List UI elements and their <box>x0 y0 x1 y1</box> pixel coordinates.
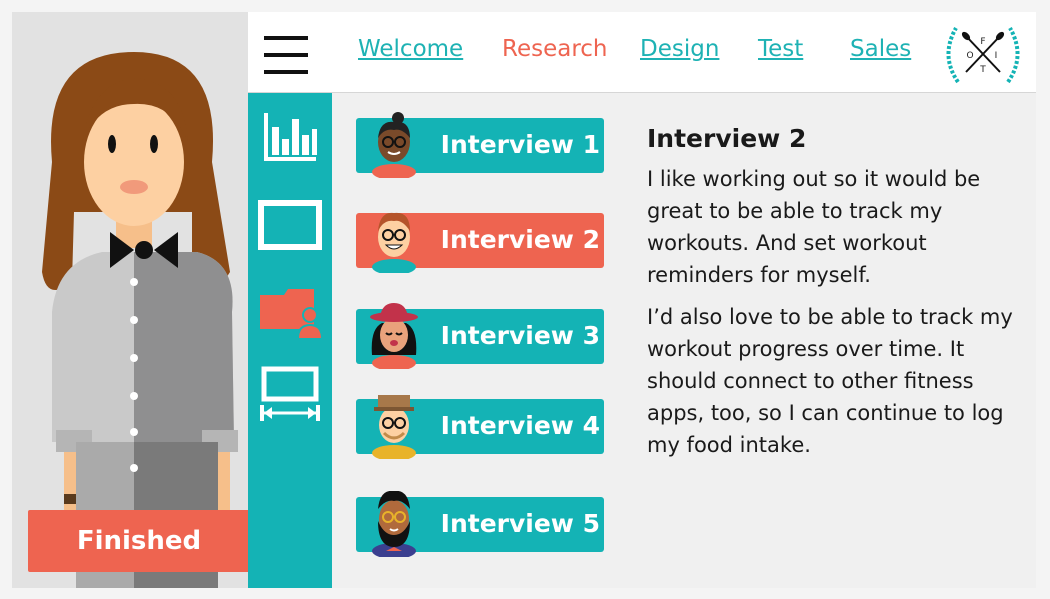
interviewee-4-avatar <box>372 395 416 459</box>
interview-paragraph-1: I like working out so it would be great … <box>647 167 981 287</box>
character-illustration <box>42 52 238 588</box>
nav-link-welcome[interactable]: Welcome <box>358 36 463 62</box>
bar-chart-icon[interactable] <box>258 109 322 167</box>
interview-paragraph-2: I’d also love to be able to track my wor… <box>647 305 1013 457</box>
interviewee-5-avatar <box>372 491 416 557</box>
interview-5-label: Interview 5 <box>440 509 600 538</box>
logo-letter-i: I <box>995 51 998 61</box>
interview-1-label: Interview 1 <box>440 130 600 159</box>
logo-letter-f: F <box>980 37 985 47</box>
interviewee-1-avatar <box>372 112 416 178</box>
interview-4-button[interactable]: Interview 4 <box>356 395 604 459</box>
logo-letter-t: T <box>979 65 986 75</box>
interview-2-button[interactable]: Interview 2 <box>356 212 604 273</box>
nav-link-sales[interactable]: Sales <box>850 36 911 62</box>
nav-link-research[interactable]: Research <box>502 36 608 62</box>
interviewee-3-avatar <box>370 303 418 369</box>
top-nav: Welcome Research Design Test Sales F I T… <box>248 12 1036 93</box>
screen-icon[interactable] <box>258 195 322 253</box>
interview-2-label: Interview 2 <box>440 225 600 254</box>
sidebar <box>248 93 332 588</box>
interview-detail: Interview 2 I like working out so it wou… <box>647 124 1017 471</box>
hamburger-icon[interactable] <box>264 36 308 74</box>
finished-button[interactable]: Finished <box>28 510 250 572</box>
user-folder-icon[interactable] <box>258 285 322 343</box>
logo-letter-o: O <box>966 51 973 61</box>
character-panel <box>12 12 248 588</box>
nav-link-test[interactable]: Test <box>758 36 803 62</box>
fito-logo: F I T O <box>946 27 1020 84</box>
interview-4-label: Interview 4 <box>440 411 600 440</box>
interview-3-label: Interview 3 <box>440 321 600 350</box>
nav-link-design[interactable]: Design <box>640 36 719 62</box>
interview-1-button[interactable]: Interview 1 <box>356 112 604 178</box>
wide-screen-icon[interactable] <box>258 365 322 423</box>
interview-title: Interview 2 <box>647 124 807 153</box>
interviewee-2-avatar <box>372 212 416 273</box>
interview-5-button[interactable]: Interview 5 <box>356 491 604 557</box>
interview-3-button[interactable]: Interview 3 <box>356 303 604 369</box>
